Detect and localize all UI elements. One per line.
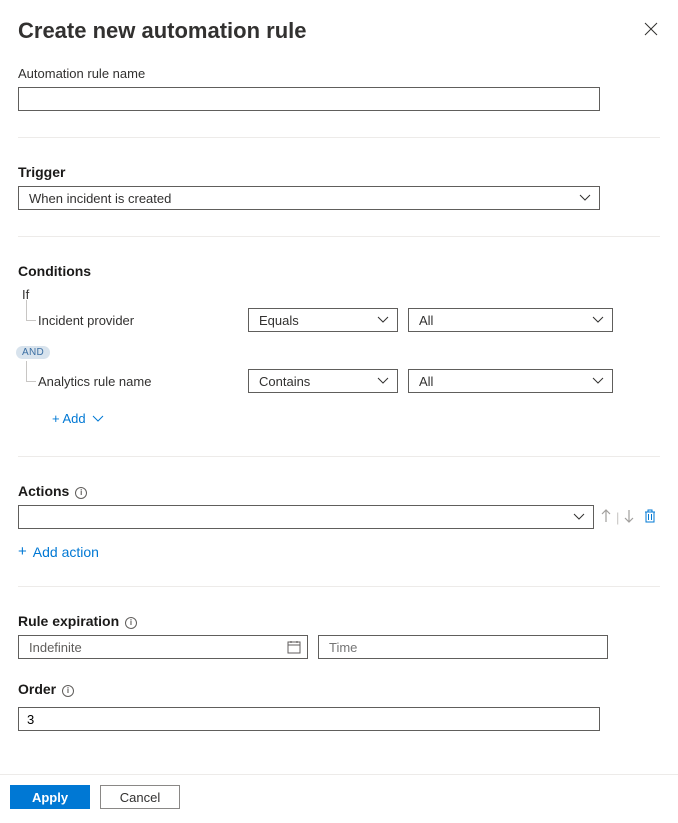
condition-operator-dropdown[interactable]: Contains — [248, 369, 398, 393]
separator: | — [616, 510, 619, 525]
plus-icon: + — [18, 543, 27, 560]
condition-operator-dropdown[interactable]: Equals — [248, 308, 398, 332]
actions-label: Actions i — [18, 483, 660, 499]
chevron-down-icon — [377, 377, 389, 385]
delete-icon[interactable] — [643, 508, 657, 527]
trigger-label: Trigger — [18, 164, 660, 180]
add-action-button[interactable]: + Add action — [18, 543, 660, 560]
condition-operator-value: Equals — [259, 313, 299, 328]
condition-value-dropdown[interactable]: All — [408, 369, 613, 393]
chevron-down-icon — [592, 316, 604, 324]
add-condition-button[interactable]: + Add — [52, 411, 660, 426]
add-action-label: Add action — [33, 544, 99, 560]
rule-name-input[interactable] — [18, 87, 600, 111]
calendar-icon — [287, 640, 301, 654]
chevron-down-icon — [377, 316, 389, 324]
chevron-down-icon — [592, 377, 604, 385]
condition-field-label: Analytics rule name — [38, 374, 238, 389]
cancel-button[interactable]: Cancel — [100, 785, 180, 809]
action-dropdown[interactable] — [18, 505, 594, 529]
info-icon: i — [75, 487, 87, 499]
close-icon[interactable] — [644, 22, 660, 38]
condition-value: All — [419, 313, 433, 328]
expiration-date-input[interactable]: Indefinite — [18, 635, 308, 659]
apply-button[interactable]: Apply — [10, 785, 90, 809]
conditions-if-label: If — [22, 287, 660, 302]
trigger-value: When incident is created — [29, 191, 171, 206]
condition-field-label: Incident provider — [38, 313, 238, 328]
and-badge: AND — [16, 346, 50, 359]
page-title: Create new automation rule — [18, 18, 307, 44]
expiration-date-value: Indefinite — [29, 640, 82, 655]
move-up-icon — [600, 509, 612, 526]
move-down-icon — [623, 509, 635, 526]
chevron-down-icon — [573, 513, 585, 521]
condition-value-dropdown[interactable]: All — [408, 308, 613, 332]
expiration-time-input[interactable] — [318, 635, 608, 659]
chevron-down-icon — [579, 194, 591, 202]
trigger-dropdown[interactable]: When incident is created — [18, 186, 600, 210]
chevron-down-icon — [92, 415, 104, 423]
order-input[interactable] — [18, 707, 600, 731]
expiration-label: Rule expiration i — [18, 613, 660, 629]
rule-name-label: Automation rule name — [18, 66, 660, 81]
add-condition-label: + Add — [52, 411, 86, 426]
order-label: Order i — [18, 681, 660, 697]
info-icon: i — [62, 685, 74, 697]
conditions-label: Conditions — [18, 263, 660, 279]
condition-operator-value: Contains — [259, 374, 310, 389]
condition-value: All — [419, 374, 433, 389]
info-icon: i — [125, 617, 137, 629]
